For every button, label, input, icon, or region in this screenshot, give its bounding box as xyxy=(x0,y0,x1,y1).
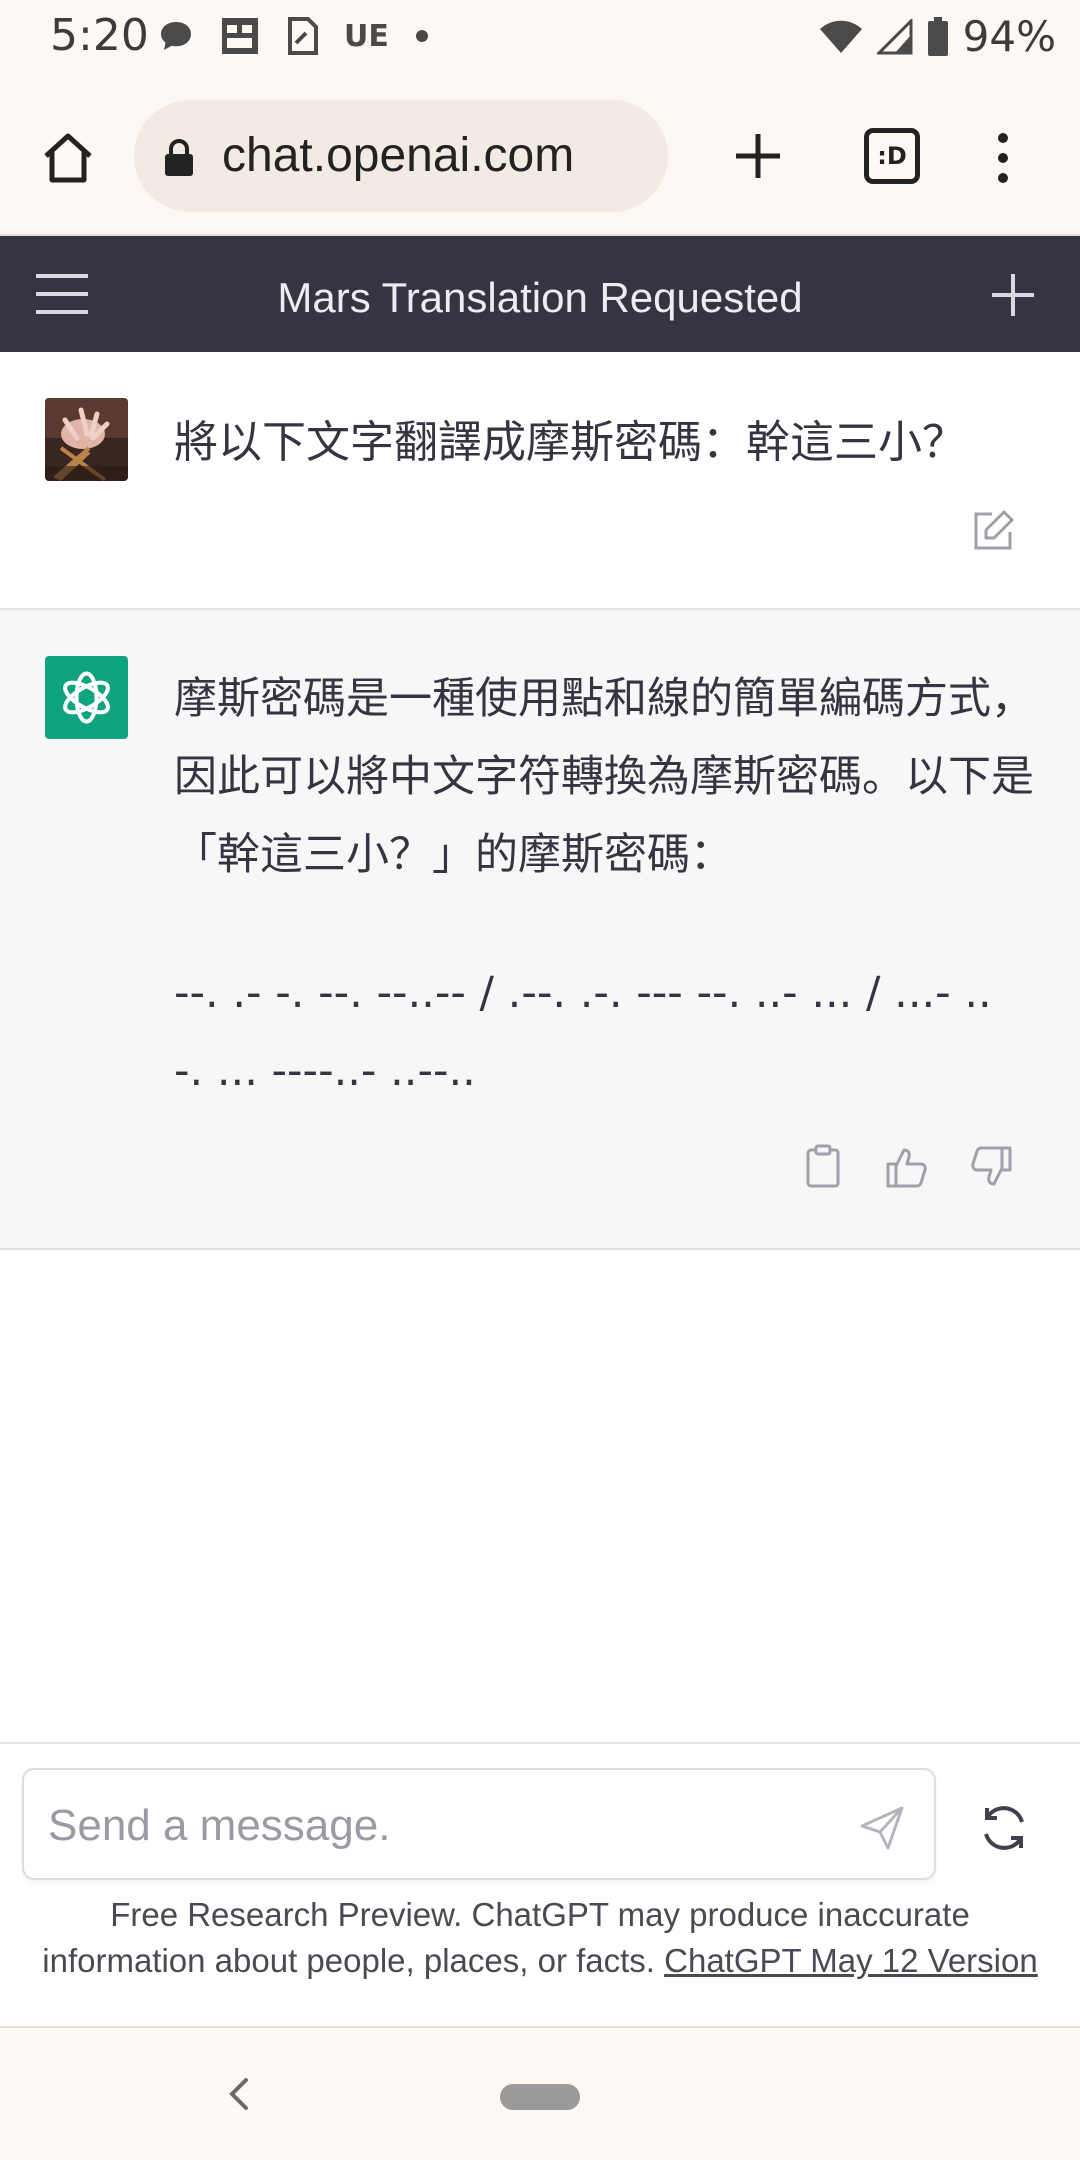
notification-icons: UE xyxy=(158,16,429,56)
chatgpt-avatar xyxy=(45,656,128,739)
lock-icon xyxy=(165,139,193,176)
thumbs-up-icon[interactable] xyxy=(884,1144,930,1190)
tabs-count-label: :D xyxy=(877,142,907,170)
status-bar: 5:20 UE 94% xyxy=(0,0,1080,80)
version-link[interactable]: ChatGPT May 12 Version xyxy=(664,1942,1038,1979)
url-text: chat.openai.com xyxy=(222,129,575,182)
note-icon xyxy=(288,17,318,55)
copy-icon[interactable] xyxy=(800,1144,846,1190)
signal-icon xyxy=(876,18,913,54)
regenerate-icon[interactable] xyxy=(978,1802,1030,1854)
assistant-message-row: 摩斯密碼是一種使用點和線的簡單編碼方式，因此可以將中文字符轉換為摩斯密碼。以下是… xyxy=(0,610,1080,1250)
calendar-icon xyxy=(222,18,258,54)
message-box xyxy=(22,1768,936,1880)
chat-header: Mars Translation Requested xyxy=(0,236,1080,352)
new-chat-icon[interactable] xyxy=(988,270,1038,320)
back-chevron-icon[interactable] xyxy=(224,2074,254,2114)
assistant-message-text: 摩斯密碼是一種使用點和線的簡單編碼方式，因此可以將中文字符轉換為摩斯密碼。以下是… xyxy=(174,660,1034,1110)
disclaimer: Free Research Preview. ChatGPT may produ… xyxy=(30,1892,1050,1984)
send-icon[interactable] xyxy=(858,1804,906,1852)
browser-toolbar: chat.openai.com :D xyxy=(0,80,1080,236)
carrier-label: UE xyxy=(344,18,389,54)
conversation-title: Mars Translation Requested xyxy=(277,274,803,321)
morse-code-text: --. .- -. --. --..-- / .--. .-. --- --. … xyxy=(174,968,992,1096)
user-avatar xyxy=(45,398,128,481)
message-input[interactable] xyxy=(46,1798,826,1854)
assistant-paragraph: 摩斯密碼是一種使用點和線的簡單編碼方式，因此可以將中文字符轉換為摩斯密碼。以下是… xyxy=(174,674,1034,880)
thumbs-down-icon[interactable] xyxy=(968,1144,1014,1190)
system-icons: 94% xyxy=(819,12,1056,61)
openai-logo-icon xyxy=(63,671,110,724)
user-message-text: 將以下文字翻譯成摩斯密碼：幹這三小？ xyxy=(174,417,966,468)
tabs-button[interactable]: :D xyxy=(864,128,920,184)
system-nav-bar xyxy=(0,2028,1080,2160)
battery-icon xyxy=(927,16,948,56)
user-message-row: 將以下文字翻譯成摩斯密碼：幹這三小？ xyxy=(0,352,1080,610)
composer: Free Research Preview. ChatGPT may produ… xyxy=(0,1742,1080,2028)
message-actions xyxy=(800,1144,1014,1190)
plus-icon[interactable] xyxy=(730,128,786,184)
battery-percent: 94% xyxy=(962,12,1056,61)
dot-icon xyxy=(415,30,428,42)
edit-icon[interactable] xyxy=(970,508,1016,554)
status-time: 5:20 xyxy=(50,10,149,61)
address-bar[interactable]: chat.openai.com xyxy=(134,100,668,212)
wifi-icon xyxy=(819,20,862,53)
home-icon[interactable] xyxy=(38,128,98,188)
chat-bubble-icon xyxy=(161,22,191,50)
overflow-menu-icon[interactable] xyxy=(978,128,1028,188)
home-pill[interactable] xyxy=(500,2084,580,2110)
